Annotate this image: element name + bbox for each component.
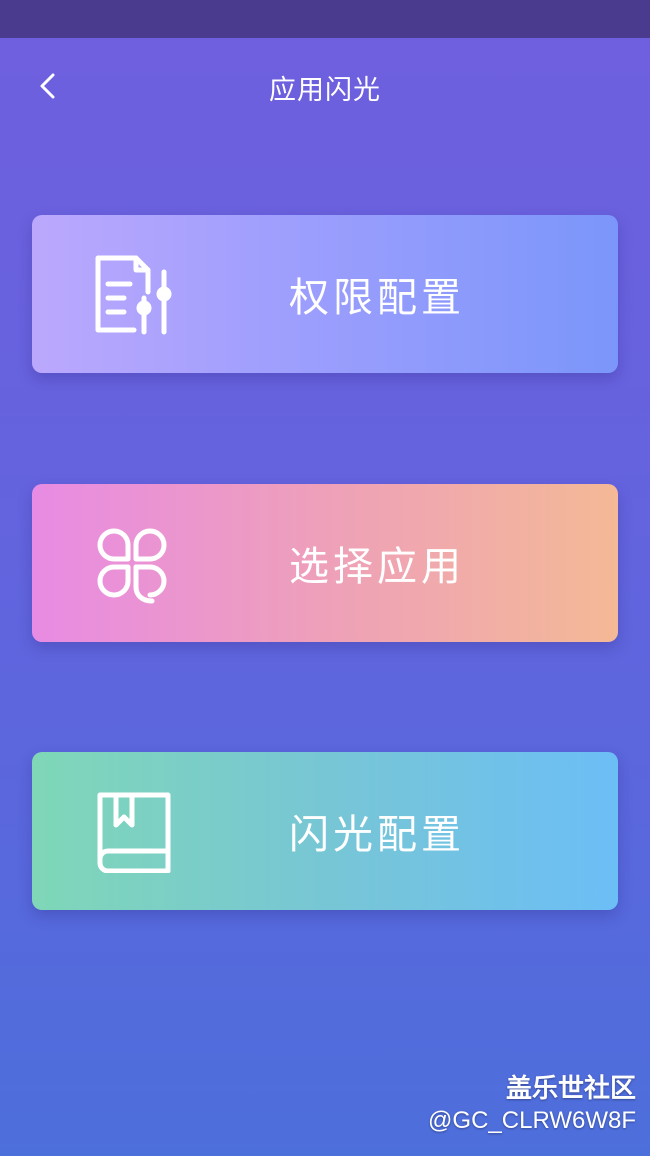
status-bar	[0, 0, 650, 38]
select-app-button[interactable]: 选择应用	[32, 484, 618, 642]
app-header: 应用闪光	[0, 38, 650, 138]
page-title: 应用闪光	[269, 75, 381, 106]
document-sliders-icon	[95, 255, 172, 335]
clover-icon	[97, 528, 167, 604]
flash-config-button[interactable]: 闪光配置	[32, 752, 618, 910]
permission-config-button[interactable]: 权限配置	[32, 215, 618, 373]
watermark-user: @GC_CLRW6W8F	[428, 1107, 636, 1134]
bookmark-book-icon	[97, 792, 171, 873]
permission-config-label: 权限配置	[289, 275, 465, 321]
watermark-brand: 盖乐世社区	[505, 1074, 636, 1104]
flash-config-label: 闪光配置	[289, 812, 465, 858]
select-app-label: 选择应用	[289, 544, 465, 590]
watermark: 盖乐世社区 @GC_CLRW6W8F	[428, 1072, 636, 1136]
